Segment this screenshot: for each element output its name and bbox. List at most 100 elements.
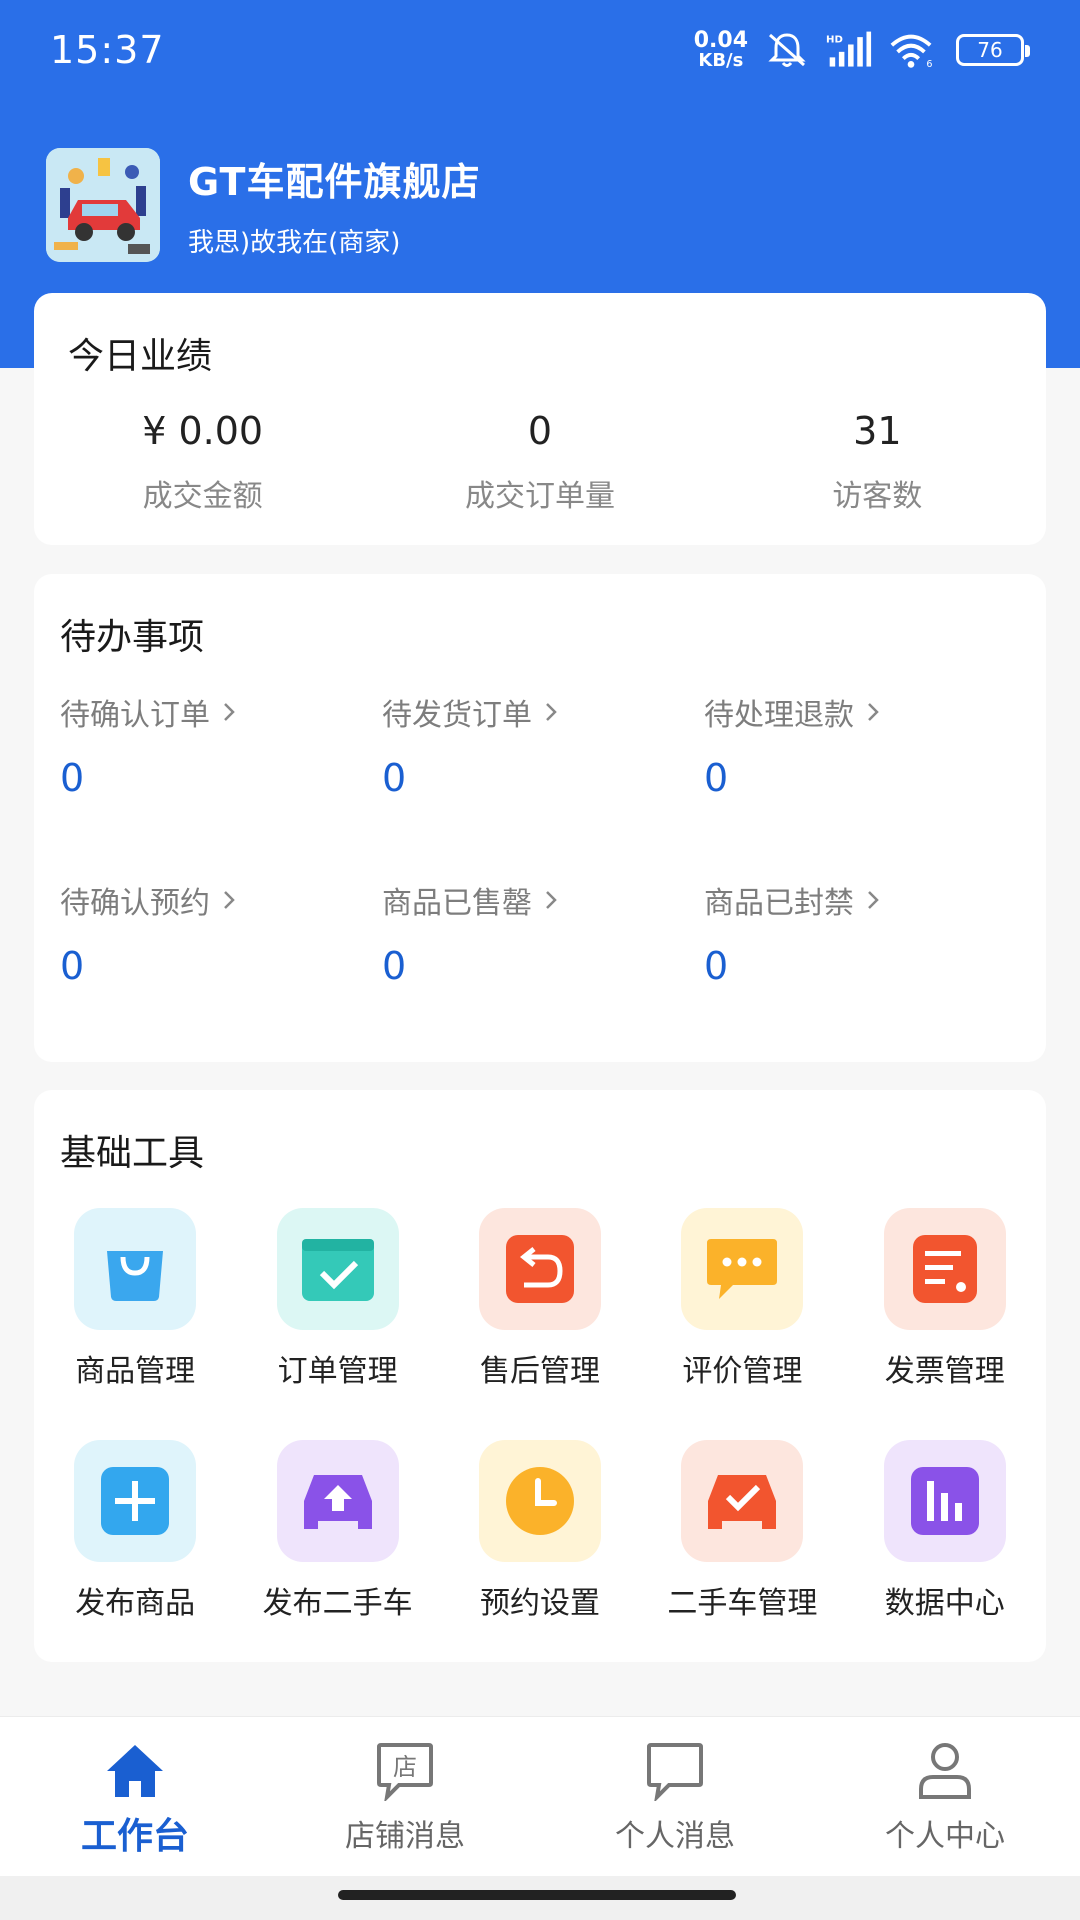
todo-label: 待处理退款: [704, 698, 854, 733]
stat-value: 0: [527, 409, 553, 453]
stat-order-count[interactable]: 0 成交订单量: [371, 409, 708, 515]
nav-workbench[interactable]: 工作台: [0, 1717, 270, 1876]
store-name: GT车配件旗舰店: [188, 160, 481, 204]
chevron-right-icon: [546, 891, 557, 909]
invoice-icon: [883, 1208, 1006, 1330]
stat-label: 访客数: [832, 479, 923, 514]
nav-label: 工作台: [80, 1816, 189, 1857]
todo-label: 待确认预约: [60, 886, 210, 921]
status-bar: 15:37 0.04 KB/s HD 6 76: [0, 0, 1080, 100]
chevron-right-icon: [868, 703, 879, 721]
workbench-screen: 15:37 0.04 KB/s HD 6 76 GT车配件旗舰店 我思)故我在(…: [0, 0, 1080, 1920]
wifi-icon: 6: [888, 30, 934, 70]
shopping-bag-icon: [74, 1208, 197, 1330]
return-icon: [478, 1208, 601, 1330]
todo-label: 商品已封禁: [704, 886, 854, 921]
svg-text:HD: HD: [826, 35, 843, 46]
battery-level: 76: [977, 38, 1003, 62]
nav-store-messages[interactable]: 店 店铺消息: [270, 1717, 540, 1876]
chevron-right-icon: [546, 703, 557, 721]
net-speed-unit: KB/s: [698, 50, 744, 71]
todo-pending-ship-orders[interactable]: 待发货订单 0: [382, 690, 704, 810]
home-indicator[interactable]: [338, 1890, 736, 1900]
tool-invoice-management[interactable]: 发票管理: [844, 1208, 1046, 1390]
hd-signal-icon: HD: [826, 30, 872, 70]
tool-label: 发布二手车: [262, 1586, 413, 1621]
tool-label: 预约设置: [479, 1586, 600, 1621]
stat-label: 成交订单量: [464, 479, 615, 514]
store-info: GT车配件旗舰店 我思)故我在(商家): [188, 151, 480, 259]
tool-label: 数据中心: [884, 1586, 1005, 1621]
store-logo: [46, 148, 160, 262]
todo-value: 0: [60, 756, 85, 800]
store-header[interactable]: GT车配件旗舰店 我思)故我在(商家): [46, 148, 480, 262]
stat-deal-amount[interactable]: ¥ 0.00 成交金额: [34, 409, 371, 515]
tool-label: 订单管理: [277, 1354, 398, 1389]
tool-publish-product[interactable]: 发布商品: [34, 1440, 236, 1622]
status-icons: 0.04 KB/s HD 6 76: [694, 30, 1030, 70]
net-speed-value: 0.04: [693, 28, 748, 53]
tool-label: 二手车管理: [667, 1586, 818, 1621]
todo-label: 待发货订单: [382, 698, 532, 733]
performance-card: 今日业绩 ¥ 0.00 成交金额 0 成交订单量 31 访客数: [34, 293, 1046, 545]
net-speed: 0.04 KB/s: [694, 30, 748, 70]
svg-text:6: 6: [926, 59, 932, 69]
bar-chart-icon: [883, 1440, 1006, 1562]
todo-card: 待办事项 待确认订单 0 待发货订单 0 待处理退款 0 待确认预约 0 商品已…: [34, 574, 1046, 1062]
stat-value: 31: [853, 409, 902, 453]
todo-pending-confirm-orders[interactable]: 待确认订单 0: [60, 690, 382, 810]
tool-data-center[interactable]: 数据中心: [844, 1440, 1046, 1622]
nav-label: 店铺消息: [345, 1819, 465, 1854]
todo-banned[interactable]: 商品已封禁 0: [704, 878, 1020, 998]
tool-publish-used-car[interactable]: 发布二手车: [236, 1440, 438, 1622]
stat-visitors[interactable]: 31 访客数: [709, 409, 1046, 515]
tools-title: 基础工具: [60, 1133, 205, 1174]
todo-value: 0: [704, 944, 729, 988]
car-check-icon: [681, 1440, 804, 1562]
store-subtitle: 我思)故我在(商家): [188, 228, 401, 258]
clock-icon: [478, 1440, 601, 1562]
status-time: 15:37: [50, 28, 165, 72]
chevron-right-icon: [224, 703, 235, 721]
todo-value: 0: [60, 944, 85, 988]
performance-title: 今日业绩: [68, 336, 213, 377]
tool-review-management[interactable]: 评价管理: [641, 1208, 843, 1390]
chevron-right-icon: [224, 891, 235, 909]
chat-icon: [643, 1739, 707, 1803]
stat-value: ¥ 0.00: [142, 409, 264, 453]
performance-stats: ¥ 0.00 成交金额 0 成交订单量 31 访客数: [34, 409, 1046, 515]
todo-value: 0: [382, 944, 407, 988]
nav-personal-messages[interactable]: 个人消息: [540, 1717, 810, 1876]
bottom-nav: 工作台 店 店铺消息 个人消息 个人中心: [0, 1716, 1080, 1876]
todo-grid: 待确认订单 0 待发货订单 0 待处理退款 0 待确认预约 0 商品已售罄 0 …: [60, 690, 1020, 998]
battery-icon: 76: [956, 34, 1030, 66]
todo-title: 待办事项: [60, 617, 205, 658]
order-check-icon: [276, 1208, 399, 1330]
tool-aftersale-management[interactable]: 售后管理: [439, 1208, 641, 1390]
todo-pending-appointments[interactable]: 待确认预约 0: [60, 878, 382, 998]
tool-order-management[interactable]: 订单管理: [236, 1208, 438, 1390]
todo-label: 待确认订单: [60, 698, 210, 733]
tool-label: 发票管理: [884, 1354, 1005, 1389]
chevron-right-icon: [868, 891, 879, 909]
store-message-icon: 店: [373, 1739, 437, 1803]
todo-sold-out[interactable]: 商品已售罄 0: [382, 878, 704, 998]
todo-value: 0: [382, 756, 407, 800]
comment-icon: [681, 1208, 804, 1330]
store-char: 店: [393, 1753, 417, 1781]
tools-grid: 商品管理 订单管理 售后管理 评价管理 发票管理 发布商品 发布二手车 预约设置…: [34, 1208, 1046, 1622]
tool-appointment-settings[interactable]: 预约设置: [439, 1440, 641, 1622]
user-icon: [913, 1739, 977, 1803]
tool-label: 商品管理: [75, 1354, 196, 1389]
add-product-icon: [74, 1440, 197, 1562]
tool-product-management[interactable]: 商品管理: [34, 1208, 236, 1390]
tool-label: 发布商品: [75, 1586, 196, 1621]
tools-card: 基础工具 商品管理 订单管理 售后管理 评价管理 发票管理 发布商品 发布二手车…: [34, 1090, 1046, 1662]
tool-used-car-management[interactable]: 二手车管理: [641, 1440, 843, 1622]
tool-label: 评价管理: [682, 1354, 803, 1389]
stat-label: 成交金额: [142, 479, 263, 514]
todo-value: 0: [704, 756, 729, 800]
nav-personal-center[interactable]: 个人中心: [810, 1717, 1080, 1876]
todo-pending-refunds[interactable]: 待处理退款 0: [704, 690, 1020, 810]
upload-car-icon: [276, 1440, 399, 1562]
